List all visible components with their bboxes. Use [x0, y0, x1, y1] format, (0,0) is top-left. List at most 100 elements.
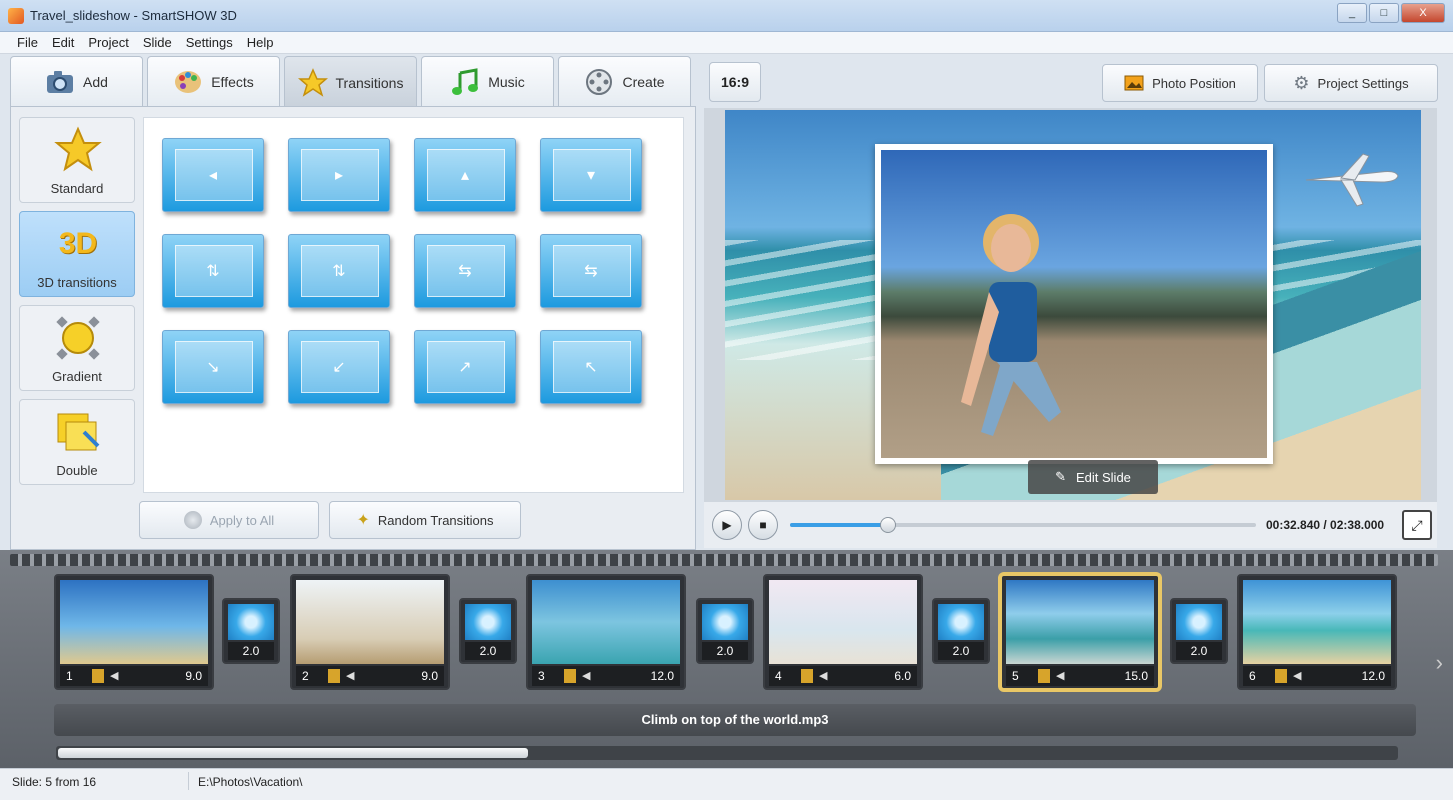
slide-duration: 12.0 [1361, 669, 1385, 683]
transition-tile[interactable]: ▾ [540, 138, 642, 212]
tab-add[interactable]: Add [10, 56, 143, 106]
menu-slide[interactable]: Slide [136, 32, 179, 53]
speaker-icon[interactable]: ◀ [819, 669, 827, 682]
tab-effects-label: Effects [211, 73, 254, 90]
photo-position-button[interactable]: Photo Position [1102, 64, 1258, 102]
tab-music[interactable]: Music [421, 56, 554, 106]
transition-tile[interactable]: ⇆ [540, 234, 642, 308]
transition-tile[interactable]: ▸ [288, 138, 390, 212]
maximize-button[interactable]: □ [1369, 3, 1399, 23]
speaker-icon[interactable]: ◀ [1293, 669, 1301, 682]
transition-tile[interactable]: ◂ [162, 138, 264, 212]
status-divider [188, 772, 189, 790]
edit-slide-button[interactable]: ✎ Edit Slide [1028, 460, 1158, 494]
timeline-transition[interactable]: 2.0 [1170, 598, 1228, 664]
notes-icon [57, 413, 100, 451]
transition-tile[interactable]: ↗ [414, 330, 516, 404]
edit-icon[interactable] [564, 669, 576, 683]
timeline-slide[interactable]: 3 ◀ 12.0 [526, 574, 686, 690]
arrow-left-icon: ◂ [208, 167, 218, 184]
arrow-up-icon: ▴ [460, 167, 470, 184]
transition-tile[interactable]: ↖ [540, 330, 642, 404]
magic-wand-icon: ✦ [356, 512, 370, 529]
transition-tile[interactable]: ⇆ [414, 234, 516, 308]
play-button[interactable]: ▶ [712, 510, 742, 540]
category-standard[interactable]: Standard [19, 117, 135, 203]
menu-bar: File Edit Project Slide Settings Help [0, 32, 1453, 54]
transition-duration: 2.0 [938, 642, 984, 660]
project-settings-button[interactable]: ⚙ Project Settings [1264, 64, 1438, 102]
project-settings-label: Project Settings [1317, 75, 1409, 91]
edit-icon[interactable] [92, 669, 104, 683]
timeline-transition[interactable]: 2.0 [932, 598, 990, 664]
tab-create[interactable]: Create [558, 56, 691, 106]
menu-settings[interactable]: Settings [179, 32, 240, 53]
airplane-image [1305, 153, 1399, 207]
arrow-diagonal-icon: ↖ [584, 359, 598, 376]
arrow-right-icon: ▸ [334, 167, 344, 184]
transition-tile[interactable]: ↘ [162, 330, 264, 404]
edit-icon[interactable] [328, 669, 340, 683]
transition-tile[interactable]: ▴ [414, 138, 516, 212]
speaker-icon[interactable]: ◀ [582, 669, 590, 682]
transition-tile[interactable]: ⇅ [162, 234, 264, 308]
music-note-icon [452, 67, 479, 95]
apply-to-all-button[interactable]: Apply to All [139, 501, 319, 539]
stop-icon: ■ [759, 518, 767, 532]
playback-handle[interactable] [879, 517, 896, 533]
transition-thumbnail [938, 604, 984, 640]
tab-effects[interactable]: Effects [147, 56, 280, 106]
scrollbar-thumb[interactable] [58, 748, 528, 758]
slide-duration: 9.0 [185, 669, 202, 683]
timeline-slide[interactable]: 2 ◀ 9.0 [290, 574, 450, 690]
timeline-transition[interactable]: 2.0 [696, 598, 754, 664]
flip-horizontal-icon: ⇆ [584, 263, 598, 280]
menu-help[interactable]: Help [240, 32, 281, 53]
arrow-diagonal-icon: ↙ [332, 359, 346, 376]
category-double[interactable]: Double [19, 399, 135, 485]
aspect-ratio-button[interactable]: 16:9 [709, 62, 761, 102]
transition-tile[interactable]: ↙ [288, 330, 390, 404]
fullscreen-button[interactable]: ⤢ [1402, 510, 1432, 540]
timeline-scrollbar[interactable] [56, 746, 1398, 760]
minimize-button[interactable]: _ [1337, 3, 1367, 23]
window-controls: _ □ X [1337, 3, 1445, 23]
timeline-transition[interactable]: 2.0 [459, 598, 517, 664]
window-title: Travel_slideshow - SmartSHOW 3D [30, 8, 237, 23]
category-gradient[interactable]: Gradient [19, 305, 135, 391]
chevron-right-icon[interactable]: › [1436, 650, 1443, 676]
category-3d-transitions[interactable]: 3D 3D transitions [19, 211, 135, 297]
slide-number: 5 [1012, 669, 1019, 683]
timeline-transition[interactable]: 2.0 [222, 598, 280, 664]
speaker-icon[interactable]: ◀ [1056, 669, 1064, 682]
speaker-icon[interactable]: ◀ [346, 669, 354, 682]
edit-icon[interactable] [1038, 669, 1050, 683]
timeline-slide[interactable]: 6 ◀ 12.0 [1237, 574, 1397, 690]
tab-transitions[interactable]: Transitions [284, 56, 417, 108]
tab-add-label: Add [83, 73, 108, 90]
timeline-slide-selected[interactable]: 5 ◀ 15.0 [1000, 574, 1160, 690]
slide-number: 3 [538, 669, 545, 683]
music-track[interactable]: Climb on top of the world.mp3 [54, 704, 1416, 736]
timeline-slide[interactable]: 4 ◀ 6.0 [763, 574, 923, 690]
slide-photo[interactable] [875, 144, 1273, 464]
speaker-icon[interactable]: ◀ [110, 669, 118, 682]
pencil-icon: ✎ [1055, 469, 1066, 484]
timeline-slide[interactable]: 1 ◀ 9.0 [54, 574, 214, 690]
menu-file[interactable]: File [10, 32, 45, 53]
close-button[interactable]: X [1401, 3, 1445, 23]
random-transitions-button[interactable]: ✦ Random Transitions [329, 501, 521, 539]
menu-edit[interactable]: Edit [45, 32, 81, 53]
photo-icon [1124, 75, 1144, 91]
transition-tile[interactable]: ⇅ [288, 234, 390, 308]
title-bar: Travel_slideshow - SmartSHOW 3D _ □ X [0, 0, 1453, 32]
stop-button[interactable]: ■ [748, 510, 778, 540]
edit-icon[interactable] [801, 669, 813, 683]
slide-duration: 6.0 [894, 669, 911, 683]
menu-project[interactable]: Project [81, 32, 135, 53]
playback-slider[interactable] [790, 517, 1256, 533]
edit-icon[interactable] [1275, 669, 1287, 683]
slide-count: Slide: 5 from 16 [12, 775, 97, 789]
fullscreen-icon: ⤢ [1411, 517, 1423, 533]
flip-vertical-icon: ⇅ [332, 263, 346, 280]
